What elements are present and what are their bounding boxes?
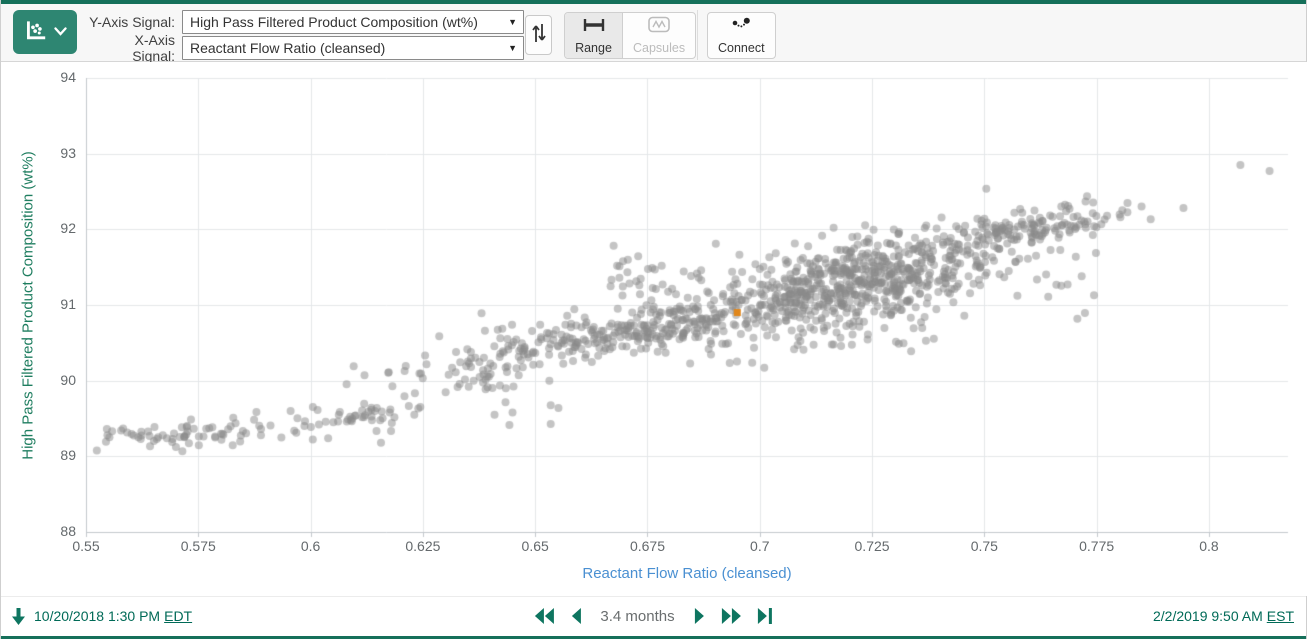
dropdown-caret-icon: ▼: [508, 18, 517, 27]
range-start-datetime[interactable]: 10/20/2018 1:30 PMEDT: [34, 608, 192, 624]
y-tick-label: 88: [1, 523, 76, 539]
toolbar-divider: [697, 10, 698, 60]
dropdown-caret-icon: ▼: [508, 44, 517, 53]
capsules-button[interactable]: Capsules: [623, 13, 695, 58]
scatter-chart: High Pass Filtered Product Composition (…: [1, 62, 1307, 596]
x-tick-label: 0.775: [1079, 538, 1114, 554]
capsules-button-label: Capsules: [633, 41, 685, 55]
y-tick-label: 90: [1, 372, 76, 388]
x-tick-label: 0.7: [750, 538, 769, 554]
toolbar: Y-Axis Signal: High Pass Filtered Produc…: [1, 4, 1306, 62]
capsules-icon: [647, 16, 671, 38]
connect-icon: [729, 16, 753, 38]
x-tick-label: 0.6: [301, 538, 320, 554]
x-tick-label: 0.75: [971, 538, 998, 554]
step-to-end-button[interactable]: [756, 608, 774, 624]
step-back-fast-button[interactable]: [533, 608, 555, 624]
step-forward-fast-button[interactable]: [720, 608, 742, 624]
x-axis-signal-select[interactable]: Reactant Flow Ratio (cleansed) ▼: [182, 36, 524, 60]
x-axis-signal-value: Reactant Flow Ratio (cleansed): [190, 40, 385, 56]
range-end-datetime[interactable]: 2/2/2019 9:50 AMEST: [1153, 608, 1294, 624]
chart-type-button[interactable]: [13, 10, 77, 54]
x-axis-title: Reactant Flow Ratio (cleansed): [582, 565, 791, 582]
chevron-down-icon: [54, 23, 67, 41]
swap-axes-button[interactable]: [525, 15, 552, 55]
y-axis-signal-label: Y-Axis Signal:: [89, 14, 175, 30]
range-button-label: Range: [575, 41, 612, 55]
y-tick-label: 93: [1, 145, 76, 161]
step-back-button[interactable]: [569, 608, 582, 624]
x-tick-label: 0.625: [405, 538, 440, 554]
start-timezone-link: EDT: [164, 608, 192, 624]
range-navigation: 3.4 months: [533, 597, 773, 635]
range-capsules-toggle: Range Capsules: [564, 12, 696, 59]
investigate-range-arrow-icon: [11, 607, 26, 626]
range-button[interactable]: Range: [565, 13, 623, 58]
scatter-plot-icon: [23, 17, 49, 48]
scatter-plot-canvas[interactable]: [1, 62, 1307, 596]
axis-signal-selectors: Y-Axis Signal: High Pass Filtered Produc…: [89, 9, 524, 61]
range-duration-label[interactable]: 3.4 months: [596, 608, 678, 625]
x-tick-label: 0.8: [1199, 538, 1218, 554]
end-timezone-link: EST: [1267, 608, 1294, 624]
connect-button[interactable]: Connect: [707, 12, 776, 59]
step-forward-button[interactable]: [693, 608, 706, 624]
x-tick-label: 0.65: [522, 538, 549, 554]
swap-axes-icon: [531, 22, 547, 49]
time-range-footer: 10/20/2018 1:30 PMEDT 3.4 months 2/2/201…: [1, 596, 1306, 634]
x-tick-label: 0.575: [181, 538, 216, 554]
x-tick-label: 0.675: [630, 538, 665, 554]
y-tick-label: 91: [1, 296, 76, 312]
y-tick-label: 89: [1, 447, 76, 463]
y-axis-signal-select[interactable]: High Pass Filtered Product Composition (…: [182, 10, 524, 34]
x-tick-label: 0.725: [855, 538, 890, 554]
x-axis-signal-label: X-Axis Signal:: [89, 32, 175, 64]
y-tick-label: 92: [1, 220, 76, 236]
range-icon: [581, 17, 607, 38]
connect-button-label: Connect: [718, 41, 765, 55]
x-tick-label: 0.55: [72, 538, 99, 554]
workbench-window: Y-Axis Signal: High Pass Filtered Produc…: [0, 0, 1307, 639]
y-axis-signal-value: High Pass Filtered Product Composition (…: [190, 14, 478, 30]
y-tick-label: 94: [1, 69, 76, 85]
